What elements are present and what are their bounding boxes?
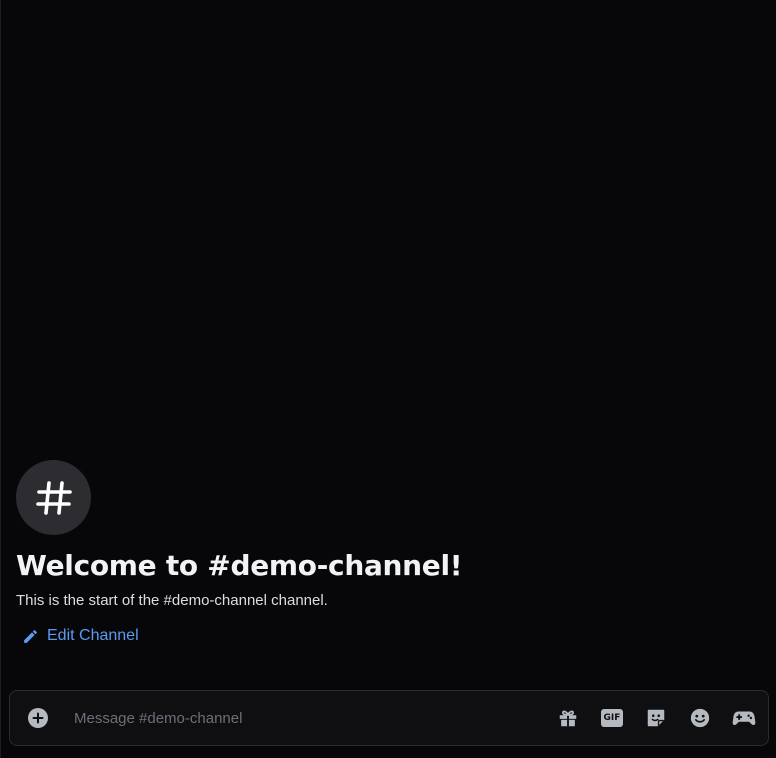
gif-icon: GIF (601, 709, 623, 727)
gif-button[interactable]: GIF (600, 706, 624, 730)
apps-button[interactable] (732, 706, 756, 730)
gift-button[interactable] (556, 706, 580, 730)
pencil-icon (22, 628, 39, 645)
gif-label: GIF (603, 713, 621, 723)
attach-button[interactable] (26, 706, 50, 730)
sticker-icon (645, 707, 667, 729)
emoji-button[interactable] (688, 706, 712, 730)
channel-avatar (16, 460, 91, 535)
chat-window: Welcome to #demo-channel! This is the st… (0, 0, 776, 758)
sticker-button[interactable] (644, 706, 668, 730)
welcome-title: Welcome to #demo-channel! (16, 549, 463, 582)
gift-icon (557, 707, 579, 729)
edit-channel-link[interactable]: Edit Channel (22, 627, 139, 645)
hash-icon (33, 477, 75, 519)
message-composer: GIF (9, 690, 769, 746)
channel-welcome: Welcome to #demo-channel! This is the st… (16, 460, 756, 650)
plus-circle-icon (27, 707, 49, 729)
message-input[interactable] (72, 702, 556, 734)
edit-channel-label: Edit Channel (47, 627, 139, 644)
apps-gamepad-icon (732, 707, 756, 729)
emoji-icon (689, 707, 711, 729)
message-list[interactable]: Welcome to #demo-channel! This is the st… (1, 0, 776, 680)
welcome-subtitle: This is the start of the #demo-channel c… (16, 592, 328, 609)
composer-tools: GIF (556, 706, 756, 730)
